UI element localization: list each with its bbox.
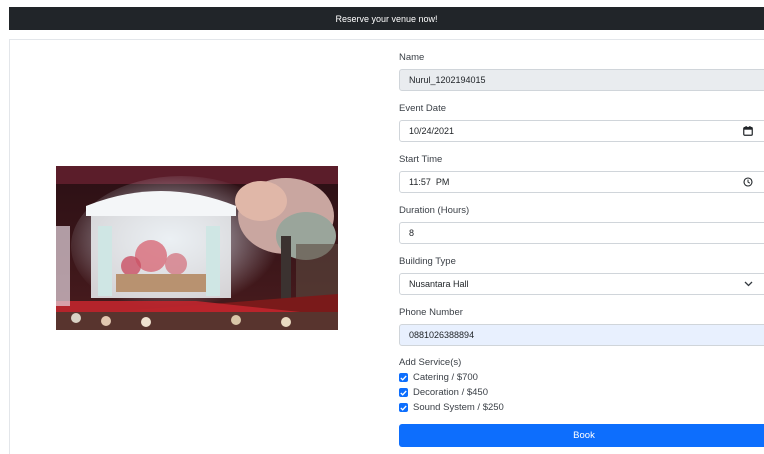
building-type-value: Nusantara Hall — [409, 279, 469, 289]
phone-label: Phone Number — [399, 307, 463, 318]
service-label: Decoration / $450 — [413, 387, 488, 398]
start-time-label: Start Time — [399, 154, 443, 165]
phone-value: 0881026388894 — [409, 330, 475, 340]
venue-photo — [56, 166, 338, 330]
start-time-value: 11:57 PM — [409, 177, 450, 187]
name-field[interactable]: Nurul_1202194015 — [399, 69, 764, 91]
services-label: Add Service(s) — [399, 357, 462, 368]
header-title: Reserve your venue now! — [335, 13, 438, 24]
checkbox-checked-icon[interactable] — [399, 373, 408, 382]
name-value: Nurul_1202194015 — [409, 75, 486, 85]
checkbox-checked-icon[interactable] — [399, 403, 408, 412]
name-label: Name — [399, 52, 425, 63]
event-date-value: 10/24/2021 — [409, 126, 455, 136]
start-time-field[interactable]: 11:57 PM — [399, 171, 764, 193]
service-catering[interactable]: Catering / $700 — [399, 372, 478, 383]
service-decoration[interactable]: Decoration / $450 — [399, 387, 488, 398]
chevron-down-icon — [744, 281, 753, 287]
duration-field[interactable]: 8 — [399, 222, 764, 244]
calendar-icon[interactable] — [743, 126, 753, 136]
book-button[interactable]: Book — [399, 424, 764, 447]
phone-field[interactable]: 0881026388894 — [399, 324, 764, 346]
header-banner: Reserve your venue now! — [9, 7, 764, 30]
building-type-label: Building Type — [399, 256, 456, 267]
book-button-label: Book — [573, 430, 595, 441]
duration-label: Duration (Hours) — [399, 205, 470, 216]
service-sound-system[interactable]: Sound System / $250 — [399, 402, 504, 413]
checkbox-checked-icon[interactable] — [399, 388, 408, 397]
duration-value: 8 — [409, 228, 415, 238]
service-label: Sound System / $250 — [413, 402, 504, 413]
building-type-select[interactable]: Nusantara Hall — [399, 273, 764, 295]
event-date-label: Event Date — [399, 103, 446, 114]
page: Reserve your venue now! Name Nurul_12021… — [0, 0, 764, 454]
service-label: Catering / $700 — [413, 372, 478, 383]
clock-icon[interactable] — [743, 177, 753, 187]
event-date-field[interactable]: 10/24/2021 — [399, 120, 764, 142]
